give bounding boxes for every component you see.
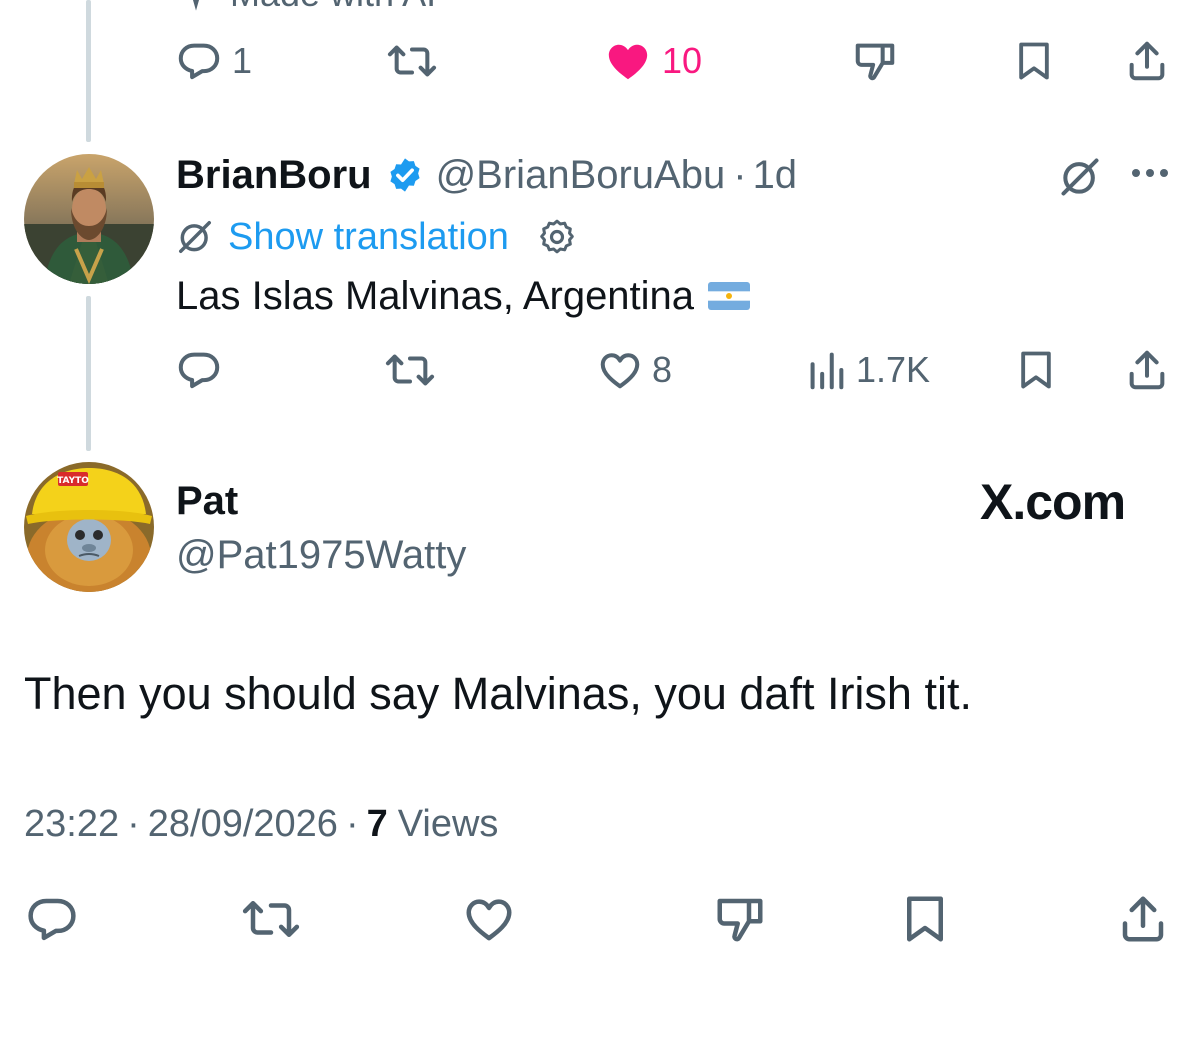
x-com-watermark: X.com [980,474,1126,530]
timestamp-separator: · [127,802,140,845]
main-tweet-actions [0,890,1200,948]
reply-icon [24,892,80,946]
thumbs-down-icon [852,38,898,84]
display-name[interactable]: Pat [176,479,238,524]
argentina-flag-icon [708,282,751,310]
share-icon [1114,892,1172,946]
downvote-button[interactable] [712,892,768,946]
timestamp-separator: · [345,802,359,845]
bookmark-button[interactable] [898,892,952,946]
reply-tweet-text-row: Las Islas Malvinas, Argentina [176,270,751,322]
retweet-icon [386,38,438,84]
views-count: 7 [366,802,388,845]
grok-icon [1058,155,1102,199]
bookmark-button[interactable] [1012,38,1056,84]
more-options-icon[interactable] [1132,169,1168,177]
views-button[interactable]: 1.7K [806,347,930,393]
views-count: 1.7K [856,349,931,390]
reply-tweet-text: Las Islas Malvinas, Argentina [176,273,695,318]
previous-tweet-actions: 1 10 [0,36,1200,86]
share-button[interactable] [1124,38,1170,84]
timestamp-date[interactable]: 28/09/2026 [148,803,338,846]
made-with-ai-row: Made with AI [176,0,436,16]
like-count: 8 [652,349,673,390]
settings-gear-icon[interactable] [537,217,577,257]
bookmark-icon [898,892,952,946]
views-bar-chart-icon [806,347,846,393]
heart-icon [460,892,518,946]
like-count: 10 [662,40,703,81]
retweet-button[interactable] [240,892,302,946]
avatar-pat[interactable]: TAYTO [24,462,154,592]
show-translation-link[interactable]: Show translation [228,216,509,259]
main-tweet-name: Pat [176,476,238,526]
timestamp-time[interactable]: 23:22 [24,803,119,846]
retweet-icon [240,892,302,946]
share-button[interactable] [1124,347,1170,393]
like-button[interactable] [460,892,518,946]
reply-icon [176,38,222,84]
watermark-text: X.com [980,474,1126,530]
monkey-in-hat-image: TAYTO [24,462,154,592]
share-icon [1124,347,1170,393]
avatar-brianboru[interactable] [24,154,154,284]
reply-tweet-header: BrianBoru @BrianBoruAbu · 1d [176,150,797,200]
hat-logo-text: TAYTO [57,476,89,486]
bookmark-icon [1012,38,1056,84]
time-ago[interactable]: 1d [753,153,798,198]
like-button[interactable]: 10 [604,38,702,84]
verified-badge-icon [386,156,424,194]
handle[interactable]: @BrianBoruAbu [436,153,726,198]
main-tweet-handle-row: @Pat1975Watty [176,530,466,580]
reply-icon [176,347,222,393]
share-icon [1124,38,1170,84]
retweet-icon [384,347,436,393]
sparkle-icon [176,0,216,14]
thumbs-down-icon [712,892,768,946]
retweet-button[interactable] [386,38,438,84]
main-tweet-text: Then you should say Malvinas, you daft I… [24,668,972,719]
downvote-button[interactable] [852,38,898,84]
king-portrait-image [24,154,154,284]
reply-button[interactable] [24,892,80,946]
grok-translate-icon [176,218,214,256]
like-button[interactable]: 8 [596,347,672,393]
heart-filled-icon [604,38,652,84]
display-name[interactable]: BrianBoru [176,153,372,198]
bookmark-icon [1014,347,1058,393]
made-with-ai-label: Made with AI [230,0,436,15]
retweet-button[interactable] [384,347,436,393]
reply-tweet-actions: 8 1.7K [0,345,1200,395]
share-button[interactable] [1114,892,1172,946]
grok-button[interactable] [1058,155,1102,199]
views-label: Views [397,802,499,845]
show-translation-row: Show translation [176,212,577,262]
main-tweet-timestamp: 23:22 · 28/09/2026 · 7 Views [24,800,498,848]
reply-button[interactable]: 1 [176,38,252,84]
bookmark-button[interactable] [1014,347,1058,393]
heart-icon [596,347,644,393]
reply-button[interactable] [176,347,222,393]
reply-count: 1 [232,40,253,81]
header-separator: · [733,152,747,197]
handle[interactable]: @Pat1975Watty [176,533,466,578]
